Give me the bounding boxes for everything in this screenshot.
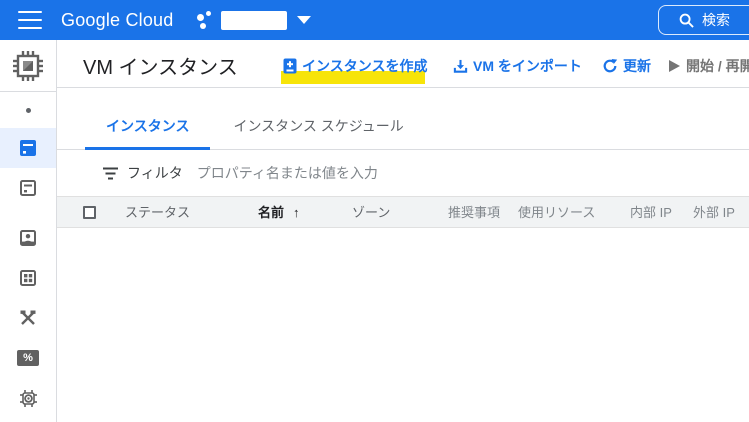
search-button[interactable]: 検索 [658, 5, 749, 35]
column-header-external-ip[interactable]: 外部 IP [693, 197, 735, 229]
sidebar-item-machine-images[interactable] [0, 258, 56, 298]
sidebar-item-instance-templates[interactable] [0, 168, 56, 208]
sidebar-item-overview[interactable] [0, 92, 56, 128]
menu-hamburger-icon[interactable] [18, 11, 42, 29]
search-button-label: 検索 [702, 10, 730, 30]
sidebar-item-vm-instances[interactable] [0, 128, 56, 168]
filter-label[interactable]: フィルタ [127, 163, 183, 183]
gcp-console-window: Google Cloud 検索 [0, 0, 749, 422]
tab-instance-schedules[interactable]: インスタンス スケジュール [212, 116, 424, 150]
refresh-label: 更新 [623, 56, 651, 76]
dot-icon [26, 108, 31, 113]
committed-use-discounts-icon: % [17, 350, 39, 366]
start-resume-button[interactable]: 開始 / 再開 [668, 56, 749, 76]
table-body-empty [57, 228, 749, 422]
column-header-name[interactable]: 名前 ↑ [258, 197, 300, 229]
sidebar-product-header[interactable] [0, 40, 56, 92]
page-title: VM インスタンス [83, 51, 238, 80]
google-cloud-logo[interactable]: Google Cloud [61, 10, 173, 31]
start-resume-label: 開始 / 再開 [686, 56, 749, 76]
tpu-icon [19, 389, 38, 408]
refresh-button[interactable]: 更新 [602, 56, 651, 76]
filter-input[interactable] [197, 165, 577, 181]
main-content: VM インスタンス インスタンスを作成 VM をインポート [57, 40, 749, 422]
import-vm-button[interactable]: VM をインポート [453, 56, 582, 76]
search-icon [679, 13, 694, 28]
sidebar-item-tpus[interactable] [0, 378, 56, 418]
vm-instances-icon [19, 139, 37, 157]
project-name-redacted[interactable] [221, 11, 287, 30]
import-icon [453, 59, 468, 74]
column-header-status[interactable]: ステータス [125, 197, 190, 229]
top-app-bar: Google Cloud 検索 [0, 0, 749, 40]
page-header: VM インスタンス インスタンスを作成 VM をインポート [57, 40, 749, 88]
sidebar: % [0, 40, 57, 422]
column-header-in-use-by[interactable]: 使用リソース [518, 197, 595, 229]
table-header-row: ステータス 名前 ↑ ゾーン 推奨事項 使用リソース 内部 IP 外部 IP [57, 196, 749, 228]
create-instance-plus-icon [283, 58, 297, 74]
sort-ascending-icon: ↑ [293, 205, 300, 220]
create-instance-label: インスタンスを作成 [302, 56, 427, 76]
sidebar-item-dedicated-vms[interactable] [0, 218, 56, 258]
compute-engine-chip-icon [12, 50, 44, 82]
column-header-internal-ip[interactable]: 内部 IP [630, 197, 672, 229]
filter-bar: フィルタ [57, 150, 749, 196]
refresh-icon [602, 58, 618, 74]
play-icon [668, 59, 681, 73]
column-header-zone[interactable]: ゾーン [352, 197, 390, 229]
filter-icon [103, 167, 118, 180]
import-vm-label: VM をインポート [473, 56, 582, 76]
chevron-down-icon[interactable] [297, 16, 311, 24]
dedicated-vm-icon [19, 229, 37, 247]
project-selector-icon [197, 10, 215, 30]
instance-templates-icon [19, 179, 37, 197]
sidebar-item-committed-use-discounts[interactable]: % [0, 338, 56, 378]
machine-images-icon [19, 269, 37, 287]
sole-tenant-nodes-icon [19, 309, 37, 327]
column-header-name-label: 名前 [258, 205, 284, 220]
column-header-recommendations[interactable]: 推奨事項 [448, 197, 500, 229]
tab-instances[interactable]: インスタンス [85, 116, 210, 150]
create-instance-button[interactable]: インスタンスを作成 [283, 56, 427, 76]
select-all-checkbox[interactable] [83, 206, 96, 219]
sidebar-item-sole-tenant-nodes[interactable] [0, 298, 56, 338]
tab-bar: インスタンス インスタンス スケジュール [57, 88, 749, 150]
